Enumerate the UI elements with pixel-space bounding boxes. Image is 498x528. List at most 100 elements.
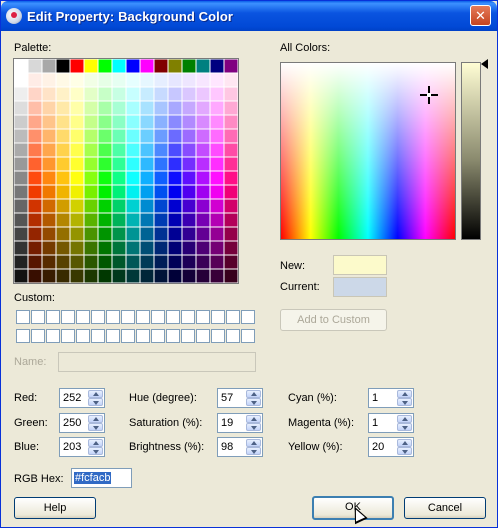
brightness-value[interactable]: 98	[221, 441, 233, 453]
custom-color-slot[interactable]	[121, 310, 135, 324]
palette-cell[interactable]	[97, 156, 113, 172]
palette-cell[interactable]	[209, 184, 225, 200]
custom-color-slot[interactable]	[211, 310, 225, 324]
palette-cell[interactable]	[111, 156, 127, 172]
palette-cell[interactable]	[55, 184, 71, 200]
palette-cell[interactable]	[195, 114, 211, 130]
red-value[interactable]: 252	[63, 392, 81, 404]
palette-cell[interactable]	[111, 198, 127, 214]
palette-cell[interactable]	[139, 226, 155, 242]
palette-cell[interactable]	[181, 59, 197, 74]
palette-cell[interactable]	[223, 72, 238, 88]
palette-cell[interactable]	[125, 184, 141, 200]
palette-cell[interactable]	[97, 128, 113, 144]
palette-cell[interactable]	[223, 100, 238, 116]
custom-color-slot[interactable]	[241, 329, 255, 343]
palette-cell[interactable]	[125, 142, 141, 158]
palette-cell[interactable]	[97, 198, 113, 214]
palette-cell[interactable]	[69, 240, 85, 256]
palette-cell[interactable]	[111, 268, 127, 283]
palette-cell[interactable]	[195, 59, 211, 74]
palette-cell[interactable]	[153, 156, 169, 172]
palette-cell[interactable]	[55, 212, 71, 228]
palette-cell[interactable]	[55, 156, 71, 172]
palette-cell[interactable]	[69, 212, 85, 228]
palette-cell[interactable]	[153, 170, 169, 186]
palette-cell[interactable]	[97, 142, 113, 158]
custom-color-slot[interactable]	[196, 329, 210, 343]
green-value[interactable]: 250	[63, 417, 81, 429]
palette-cell[interactable]	[41, 184, 57, 200]
palette-cell[interactable]	[111, 226, 127, 242]
palette-cell[interactable]	[41, 59, 57, 74]
palette-cell[interactable]	[195, 254, 211, 270]
brightness-up-icon[interactable]	[246, 439, 261, 447]
palette-cell[interactable]	[111, 142, 127, 158]
palette-cell[interactable]	[41, 226, 57, 242]
palette-cell[interactable]	[97, 114, 113, 130]
custom-color-slot[interactable]	[46, 310, 60, 324]
palette-cell[interactable]	[97, 226, 113, 242]
current-color-swatch[interactable]	[333, 277, 387, 297]
palette-cell[interactable]	[209, 268, 225, 283]
blue-up-icon[interactable]	[88, 439, 103, 447]
custom-color-slot[interactable]	[226, 329, 240, 343]
palette-cell[interactable]	[139, 86, 155, 102]
palette-cell[interactable]	[167, 212, 183, 228]
palette-cell[interactable]	[41, 212, 57, 228]
custom-color-slot[interactable]	[226, 310, 240, 324]
palette-cell[interactable]	[153, 100, 169, 116]
palette-cell[interactable]	[139, 100, 155, 116]
palette-cell[interactable]	[111, 240, 127, 256]
rgb-hex-value[interactable]: #fcfacb	[74, 472, 112, 484]
palette-cell[interactable]	[153, 198, 169, 214]
palette-cell[interactable]	[27, 170, 43, 186]
saturation-spinner[interactable]: 19	[217, 413, 263, 433]
palette-cell[interactable]	[125, 170, 141, 186]
palette-cell[interactable]	[139, 170, 155, 186]
palette-cell[interactable]	[153, 128, 169, 144]
rgb-hex-field[interactable]: #fcfacb	[71, 468, 132, 488]
palette-cell[interactable]	[14, 114, 29, 130]
custom-color-slot[interactable]	[181, 310, 195, 324]
add-to-custom-button[interactable]: Add to Custom	[280, 309, 387, 331]
palette-cell[interactable]	[209, 114, 225, 130]
palette-cell[interactable]	[27, 59, 43, 74]
palette-cell[interactable]	[83, 184, 99, 200]
palette-cell[interactable]	[167, 254, 183, 270]
palette-cell[interactable]	[83, 114, 99, 130]
palette-cell[interactable]	[195, 170, 211, 186]
palette-cell[interactable]	[125, 86, 141, 102]
palette-cell[interactable]	[97, 86, 113, 102]
palette-cell[interactable]	[27, 142, 43, 158]
palette-cell[interactable]	[27, 240, 43, 256]
saturation-value[interactable]: 19	[221, 417, 233, 429]
palette-cell[interactable]	[83, 254, 99, 270]
palette-cell[interactable]	[181, 170, 197, 186]
palette-cell[interactable]	[209, 170, 225, 186]
palette-cell[interactable]	[153, 114, 169, 130]
custom-color-slot[interactable]	[106, 329, 120, 343]
palette-cell[interactable]	[14, 254, 29, 270]
palette-cell[interactable]	[69, 72, 85, 88]
palette-cell[interactable]	[69, 114, 85, 130]
palette-cell[interactable]	[97, 212, 113, 228]
palette-cell[interactable]	[27, 100, 43, 116]
custom-color-slot[interactable]	[16, 329, 30, 343]
palette-cell[interactable]	[167, 114, 183, 130]
palette-cell[interactable]	[167, 86, 183, 102]
palette-cell[interactable]	[83, 59, 99, 74]
palette-cell[interactable]	[83, 268, 99, 283]
palette-cell[interactable]	[181, 100, 197, 116]
palette-cell[interactable]	[167, 240, 183, 256]
palette-cell[interactable]	[111, 184, 127, 200]
palette-cell[interactable]	[111, 59, 127, 74]
palette-cell[interactable]	[55, 100, 71, 116]
palette-cell[interactable]	[223, 198, 238, 214]
palette-cell[interactable]	[209, 72, 225, 88]
palette-cell[interactable]	[97, 240, 113, 256]
palette-cell[interactable]	[125, 114, 141, 130]
palette-cell[interactable]	[153, 240, 169, 256]
custom-color-slot[interactable]	[76, 310, 90, 324]
palette-cell[interactable]	[125, 240, 141, 256]
